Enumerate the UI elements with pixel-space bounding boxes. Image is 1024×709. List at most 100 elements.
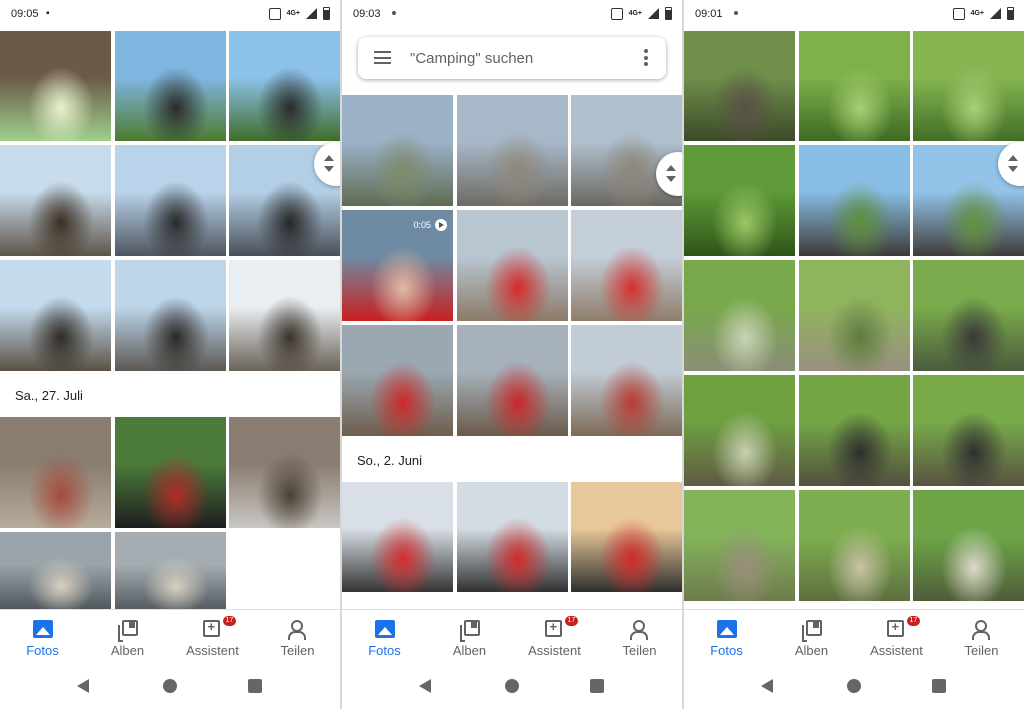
phone-screen-3: 09:01 4G+ Fotos Alben 17 Assistent Teilen: [684, 0, 1024, 709]
nav-alben[interactable]: Alben: [769, 610, 854, 661]
photos-icon: [716, 620, 737, 638]
recents-icon[interactable]: [590, 679, 604, 693]
photo-forest-path-2[interactable]: [684, 375, 795, 486]
nav-alben[interactable]: Alben: [85, 610, 170, 661]
photo-tent-village-1[interactable]: [457, 210, 568, 321]
nav-label: Fotos: [26, 643, 59, 658]
search-placeholder[interactable]: "Camping" suchen: [410, 50, 533, 67]
photo-sea-view-2[interactable]: [457, 95, 568, 206]
date-header: Sa., 27. Juli: [15, 388, 83, 403]
share-icon: [629, 620, 652, 640]
bottom-navigation: Fotos Alben 17 Assistent Teilen: [684, 609, 1024, 661]
assistant-icon: [202, 619, 220, 637]
notification-dot-icon: [734, 11, 738, 15]
bottom-navigation: Fotos Alben 17 Assistent Teilen: [342, 609, 682, 661]
phone-screen-2: 09:03 4G+ 0:05 So., 2. Juni "Camping" su…: [342, 0, 682, 709]
nav-label: Alben: [452, 643, 487, 658]
back-icon[interactable]: [761, 679, 773, 693]
status-bar: 09:05 ▪ 4G+: [0, 0, 340, 28]
photo-hiker-trail[interactable]: [799, 490, 910, 601]
photo-bike-valley[interactable]: [229, 31, 340, 141]
nav-label: Assistent: [870, 643, 923, 658]
video-selfie[interactable]: 0:05: [342, 210, 453, 321]
nav-teilen[interactable]: Teilen: [939, 610, 1024, 661]
nav-fotos[interactable]: Fotos: [684, 610, 769, 661]
nav-label: Fotos: [710, 643, 743, 658]
photo-bike-bag[interactable]: [115, 417, 226, 528]
search-bar[interactable]: "Camping" suchen: [358, 37, 666, 79]
vibrate-icon: [610, 7, 623, 20]
photo-hikers-stairs[interactable]: [913, 490, 1024, 601]
photo-hiker-back[interactable]: [913, 260, 1024, 371]
signal-icon: [648, 8, 659, 19]
photo-forest-3[interactable]: [684, 145, 795, 256]
network-type: 4G+: [628, 10, 642, 17]
photo-cyclist-1[interactable]: [342, 482, 453, 592]
nav-label: Teilen: [964, 643, 999, 658]
status-icons: 4G+: [610, 7, 672, 20]
home-icon[interactable]: [505, 679, 519, 693]
video-duration: 0:05: [413, 220, 431, 230]
photo-forest-1[interactable]: [799, 31, 910, 141]
photo-ruin-tower[interactable]: [684, 31, 795, 141]
photo-hikers-path-1[interactable]: [799, 375, 910, 486]
nav-assistent[interactable]: 17 Assistent: [512, 610, 597, 661]
photo-ruin-wall[interactable]: [684, 490, 795, 601]
photo-ground-stairs[interactable]: [0, 417, 111, 528]
recents-icon[interactable]: [248, 679, 262, 693]
nav-assistent[interactable]: 17 Assistent: [170, 610, 255, 661]
nav-fotos[interactable]: Fotos: [0, 610, 85, 661]
system-navigation-bar: [342, 661, 682, 709]
photo-tent-village-2[interactable]: [571, 210, 682, 321]
system-navigation-bar: [0, 661, 340, 709]
assistant-icon: [544, 619, 562, 637]
more-options-icon[interactable]: [644, 49, 648, 66]
home-icon[interactable]: [163, 679, 177, 693]
photo-cross-sea-6[interactable]: [229, 260, 340, 371]
nav-label: Fotos: [368, 643, 401, 658]
photo-cross-sea-1[interactable]: [0, 145, 111, 256]
albums-icon: [117, 620, 138, 642]
nav-label: Alben: [110, 643, 145, 658]
photo-sea-view-1[interactable]: [342, 95, 453, 206]
albums-icon: [801, 620, 822, 642]
photos-icon: [32, 620, 53, 638]
nav-teilen[interactable]: Teilen: [255, 610, 340, 661]
photo-ice-cream[interactable]: [0, 31, 111, 141]
battery-icon: [665, 7, 672, 20]
photo-forest-2[interactable]: [913, 31, 1024, 141]
nav-teilen[interactable]: Teilen: [597, 610, 682, 661]
video-badge: 0:05: [413, 219, 447, 231]
nav-assistent[interactable]: 17 Assistent: [854, 610, 939, 661]
assistant-icon: [886, 619, 904, 637]
photo-cross-sea-2[interactable]: [115, 145, 226, 256]
photo-bike-hill[interactable]: [115, 31, 226, 141]
photo-forest-path-1[interactable]: [684, 260, 795, 371]
photo-village-square[interactable]: [571, 325, 682, 436]
photo-cross-sea-5[interactable]: [115, 260, 226, 371]
home-icon[interactable]: [847, 679, 861, 693]
three-phone-screens: 09:05 ▪ 4G+ Sa., 27. Juli Fotos Alben 17 As…: [0, 0, 1024, 709]
photo-ruin-arch[interactable]: [799, 260, 910, 371]
back-icon[interactable]: [419, 679, 431, 693]
back-icon[interactable]: [77, 679, 89, 693]
photo-tent-village-3[interactable]: [342, 325, 453, 436]
photo-sign-plate[interactable]: [229, 417, 340, 528]
nav-fotos[interactable]: Fotos: [342, 610, 427, 661]
photo-device-1[interactable]: [0, 532, 111, 609]
photo-window-view-1[interactable]: [799, 145, 910, 256]
menu-icon[interactable]: [374, 51, 391, 64]
status-time: 09:05: [11, 8, 39, 20]
battery-icon: [1007, 7, 1014, 20]
nav-label: Alben: [794, 643, 829, 658]
photo-device-2[interactable]: [115, 532, 226, 609]
bottom-navigation: Fotos Alben 17 Assistent Teilen: [0, 609, 340, 661]
photo-cross-sea-4[interactable]: [0, 260, 111, 371]
date-header: So., 2. Juni: [357, 453, 423, 468]
recents-icon[interactable]: [932, 679, 946, 693]
nav-alben[interactable]: Alben: [427, 610, 512, 661]
photo-cyclist-sunset[interactable]: [571, 482, 682, 592]
photo-cyclist-2[interactable]: [457, 482, 568, 592]
photo-tent-village-4[interactable]: [457, 325, 568, 436]
photo-hikers-path-2[interactable]: [913, 375, 1024, 486]
